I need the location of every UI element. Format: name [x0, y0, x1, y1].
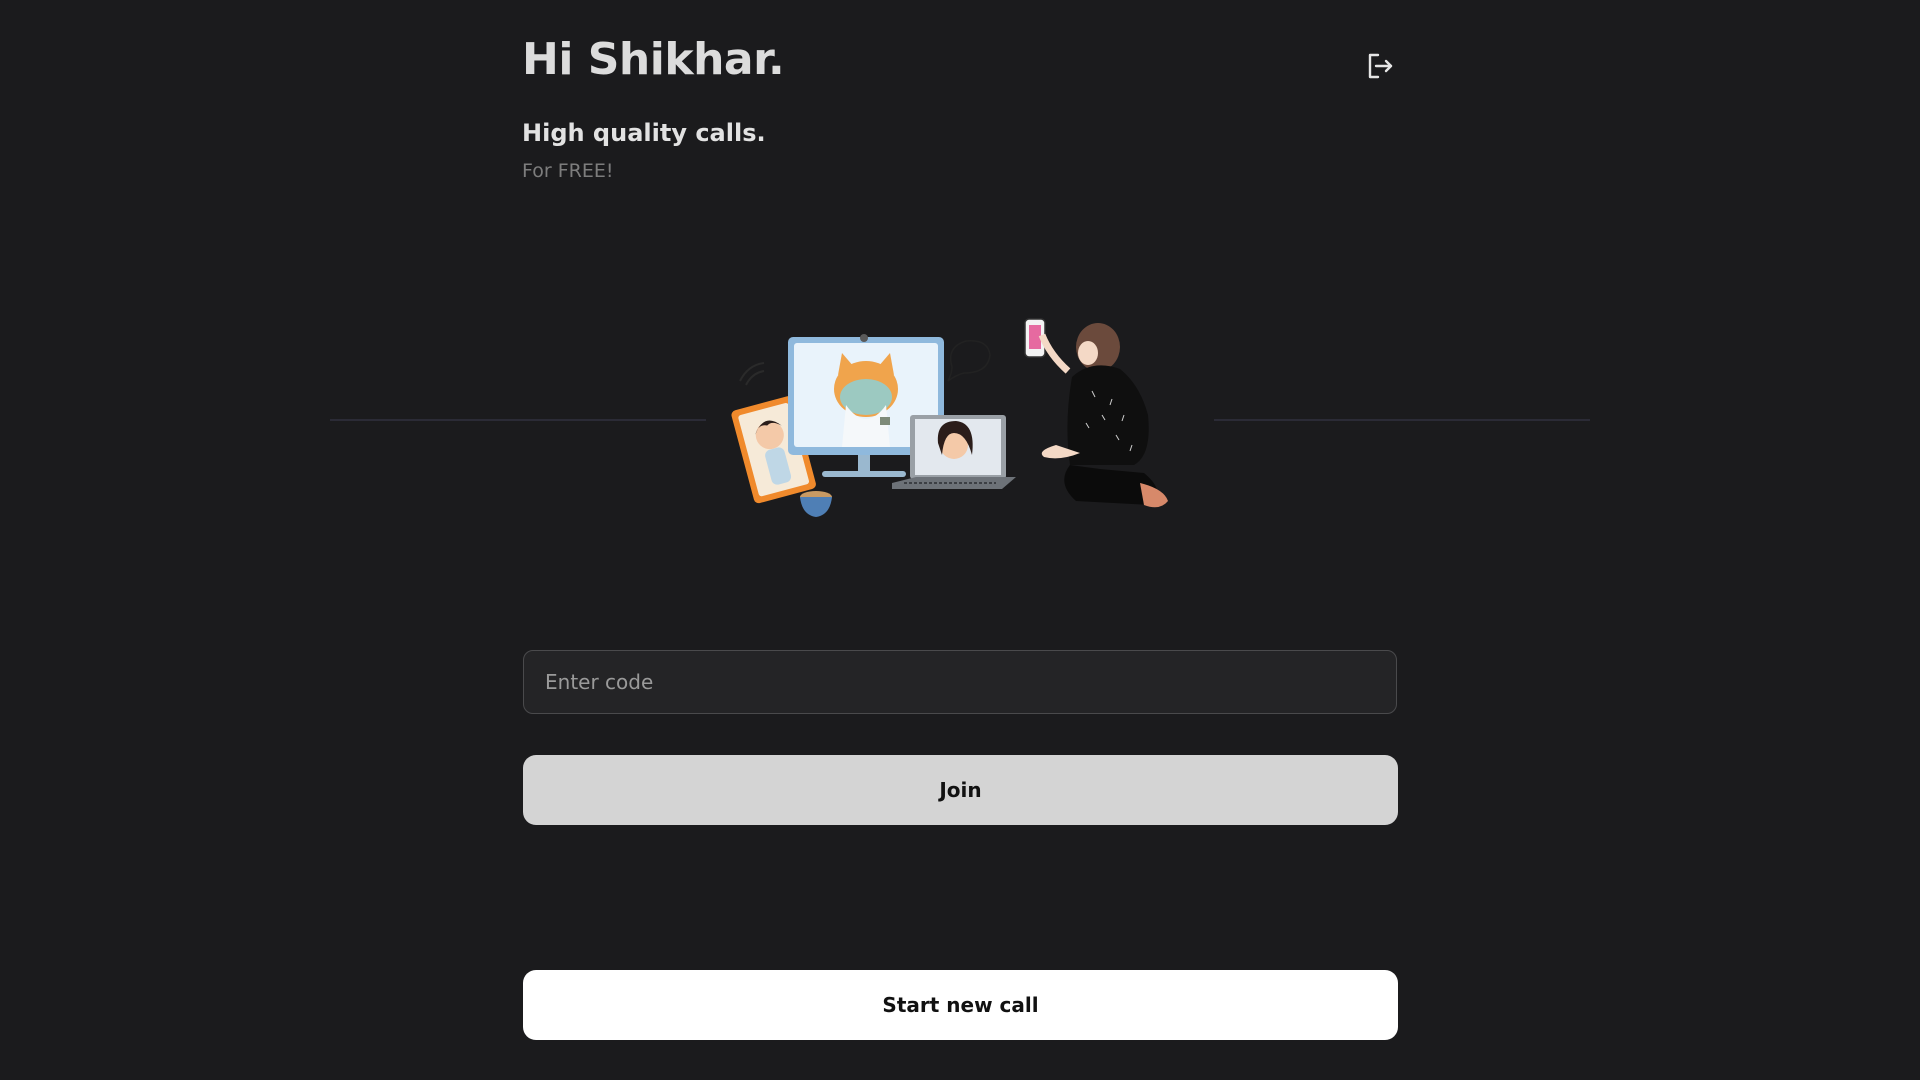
- join-button[interactable]: Join: [523, 755, 1398, 825]
- divider-left: [330, 419, 706, 421]
- home-page: Hi Shikhar. High quality calls. For FREE…: [0, 0, 1920, 1080]
- video-call-illustration: [731, 318, 1168, 517]
- greeting-title: Hi Shikhar.: [522, 34, 785, 85]
- divider-right: [1214, 419, 1590, 421]
- logout-button[interactable]: [1364, 50, 1396, 82]
- speech-bubble: [947, 340, 991, 382]
- start-new-call-button[interactable]: Start new call: [523, 970, 1398, 1040]
- girl-with-phone: [1024, 318, 1168, 508]
- logout-icon: [1368, 53, 1393, 79]
- wifi-icon: [739, 362, 765, 386]
- subtagline: For FREE!: [522, 160, 614, 182]
- laptop-device: [892, 415, 1016, 489]
- tagline: High quality calls.: [522, 119, 766, 147]
- code-input[interactable]: [523, 650, 1397, 714]
- tea-cup: [800, 491, 832, 517]
